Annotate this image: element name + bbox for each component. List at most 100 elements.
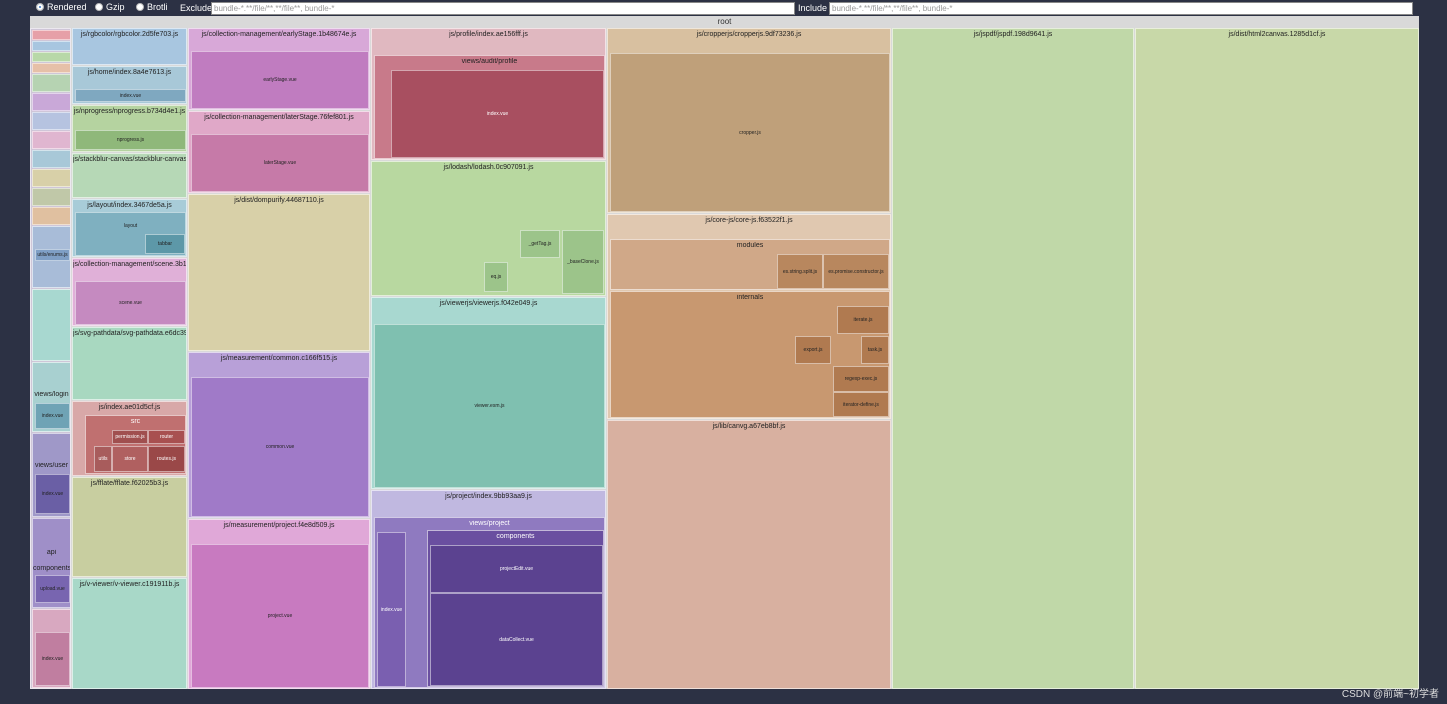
export-tile[interactable]: export.js [795,336,831,364]
rendered-option[interactable]: Rendered [36,2,87,12]
project-chunk[interactable]: js/project/index.9bb93aa9.js views/proje… [371,490,606,689]
lodash-chunk[interactable]: js/lodash/lodash.0c907091.js _getTag.js … [371,161,606,296]
nprogress-file-tile[interactable]: nprogress.js [75,130,186,150]
views-project-group[interactable]: views/project index.vue components proje… [374,517,605,688]
api-group[interactable]: api components upload.vue [32,518,70,608]
iterate-tile[interactable]: iterate.js [837,306,889,334]
dompurify-chunk[interactable]: js/dist/dompurify.44687110.js [188,194,370,351]
layout-chunk[interactable]: js/layout/index.3467de5a.js layout tabba… [72,199,187,257]
vviewer-chunk[interactable]: js/v-viewer/v-viewer.c191911b.js [72,578,187,689]
exclude-label: Exclude [180,3,213,13]
home-index-tile[interactable]: index.vue [75,89,186,102]
routes-tile[interactable]: routes.js [148,446,185,472]
tabbar-tile[interactable]: tabbar [145,234,185,254]
rgbcolor-chunk[interactable]: js/rgbcolor/rgbcolor.2d5fe703.js [72,28,187,65]
project-measure-label: js/measurement/project.f4e8d509.js [223,522,335,529]
chunk-tile[interactable] [32,93,70,111]
viewerjs-chunk[interactable]: js/viewerjs/viewerjs.f042e049.js viewer.… [371,297,606,489]
datacollect-tile[interactable]: dataCollect.vue [430,593,603,686]
chunk-tile[interactable] [32,289,70,361]
earlystage-file-tile[interactable]: earlyStage.vue [191,51,369,109]
nprogress-chunk[interactable]: js/nprogress/nprogress.b734d4e1.js nprog… [72,105,187,152]
canvg-chunk[interactable]: js/lib/canvg.a67eb8bf.js [607,420,891,689]
es-split-tile[interactable]: es.string.split.js [777,254,823,289]
html2canvas-chunk[interactable]: js/dist/html2canvas.1285d1cf.js [1135,28,1419,689]
task-tile[interactable]: task.js [861,336,889,364]
profile-index-tile[interactable]: index.vue [391,70,604,158]
iterator-define-tile[interactable]: iterator-define.js [833,392,889,417]
audit-group[interactable]: views/audit/profile index.vue [374,55,605,159]
bottom-index-tile[interactable]: index.vue [35,632,70,686]
chunk-tile[interactable] [32,52,70,62]
left-column[interactable]: utils/enums.js views/login index.vue vie… [30,28,71,689]
chunk-tile[interactable] [32,74,70,92]
regexp-tile[interactable]: regexp-exec.js [833,366,889,392]
brotli-option[interactable]: Brotli [136,2,168,12]
profile-chunk[interactable]: js/profile/index.ae156fff.js views/audit… [371,28,606,160]
views-login-group[interactable]: views/login index.vue [32,362,70,432]
project-index-tile[interactable]: index.vue [377,532,406,687]
left-bottom-group[interactable]: index.vue [32,609,70,688]
stackblur-chunk[interactable]: js/stackblur-canvas/stackblur-canvas.876… [72,153,187,198]
treemap-root[interactable]: root utils/enums.js views/login index.vu… [30,16,1419,689]
laterstage-file-tile[interactable]: laterStage.vue [191,134,369,192]
scene-chunk[interactable]: js/collection-management/scene.3b162a39.… [72,258,187,326]
cropper-tile[interactable]: cropper.js [610,53,890,212]
upload-tile[interactable]: upload.vue [35,575,70,603]
projectedit-tile[interactable]: projectEdit.vue [430,545,603,593]
index-ae-chunk[interactable]: js/index.ae01d5cf.js src permission.js r… [72,401,187,476]
chunk-tile[interactable] [32,207,70,225]
chunk-tile[interactable] [32,63,70,73]
chunk-tile[interactable] [32,169,70,187]
fflate-chunk[interactable]: js/fflate/fflate.f62025b3.js [72,477,187,577]
es-promise-tile[interactable]: es.promise.constructor.js [823,254,889,289]
chunk-tile[interactable] [32,41,70,51]
exclude-input[interactable]: bundle-*.**/file/**,**/file**, bundle-* [211,2,795,15]
gzip-radio-icon[interactable] [95,3,103,11]
viewer-esm-tile[interactable]: viewer.esm.js [374,324,605,488]
brotli-label: Brotli [147,2,168,12]
earlystage-chunk[interactable]: js/collection-management/earlyStage.1b48… [188,28,370,110]
router-tile[interactable]: router [148,430,185,444]
project-measure-file-tile[interactable]: project.vue [191,544,369,688]
scene-file-tile[interactable]: scene.vue [75,281,186,325]
user-index-tile[interactable]: index.vue [35,474,70,514]
common-chunk[interactable]: js/measurement/common.c166f515.js common… [188,352,370,518]
internals-label: internals [736,294,764,301]
src-group[interactable]: src permission.js router utils store rou… [85,415,186,474]
utils-group[interactable]: utils/enums.js [32,226,70,288]
chunk-tile[interactable] [32,150,70,168]
modules-group[interactable]: modules es.string.split.js es.promise.co… [610,239,890,290]
utils-enums-tile[interactable]: utils/enums.js [35,249,70,261]
jspdf-chunk[interactable]: js/jspdf/jspdf.198d9641.js [892,28,1134,689]
include-input[interactable]: bundle-*.**/file/**,**/file**, bundle-* [829,2,1413,15]
home-chunk[interactable]: js/home/index.8a4e7613.js index.vue [72,66,187,104]
laterstage-chunk[interactable]: js/collection-management/laterStage.76fe… [188,111,370,193]
internals-group[interactable]: internals export.js task.js iterate.js r… [610,291,890,418]
rendered-radio-icon[interactable] [36,3,44,11]
login-index-tile[interactable]: index.vue [35,403,70,429]
layout-label: js/layout/index.3467de5a.js [87,202,172,209]
brotli-radio-icon[interactable] [136,3,144,11]
chunk-tile[interactable] [32,188,70,206]
modules-label: modules [736,242,764,249]
gettag-tile[interactable]: _getTag.js [520,230,560,258]
store-tile[interactable]: store [112,446,148,472]
svgpath-chunk[interactable]: js/svg-pathdata/svg-pathdata.e6dc3915.js [72,327,187,400]
cropperjs-chunk[interactable]: js/cropperjs/cropperjs.9df73236.js cropp… [607,28,891,213]
gzip-option[interactable]: Gzip [95,2,125,12]
views-user-group[interactable]: views/user index.vue [32,433,70,517]
chunk-tile[interactable] [32,112,70,130]
views-login-label: views/login [34,391,69,398]
chunk-tile[interactable] [32,30,70,40]
baseclone-tile[interactable]: _baseClone.js [562,230,604,294]
eq-tile[interactable]: eq.js [484,262,508,292]
chunk-tile[interactable] [32,131,70,149]
components-group[interactable]: components projectEdit.vue dataCollect.v… [427,530,604,687]
corejs-chunk[interactable]: js/core-js/core-js.f63522f1.js modules e… [607,214,891,419]
utils-tile[interactable]: utils [94,446,112,472]
common-file-tile[interactable]: common.vue [191,377,369,517]
permission-tile[interactable]: permission.js [112,430,148,444]
project-measure-chunk[interactable]: js/measurement/project.f4e8d509.js proje… [188,519,370,689]
views-user-label: views/user [34,462,69,469]
